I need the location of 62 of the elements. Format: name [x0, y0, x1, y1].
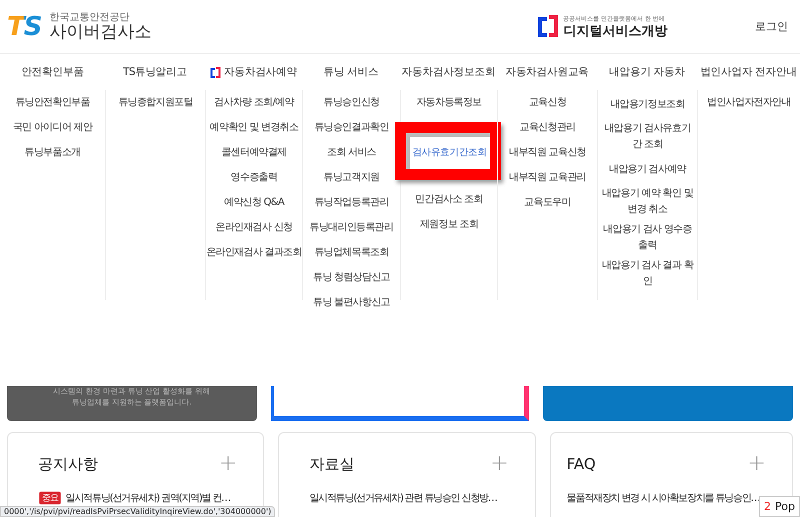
menu-link[interactable]: 내압용기 검사예약: [609, 157, 686, 182]
popup-count: 2: [764, 500, 772, 513]
menu-link[interactable]: 검사차량 조회/예약: [210, 90, 298, 115]
nav-item[interactable]: 법인사업자 전자안내: [700, 65, 797, 79]
menu-link[interactable]: 내압용기 검사 영수증 출력: [602, 222, 694, 254]
menu-link[interactable]: 튜닝안전확인부품: [11, 90, 94, 115]
menu-link[interactable]: 교육신청: [524, 90, 570, 115]
menu-link[interactable]: 튜닝대리인등록관리: [306, 215, 398, 240]
menu-link[interactable]: 내부직원 교육신청: [505, 140, 590, 165]
menu-link[interactable]: 온라인재검사 결과조회: [202, 240, 306, 265]
popup-label: Pop: [775, 500, 795, 513]
menu-link[interactable]: 예약신청 Q&A: [220, 190, 288, 215]
menu-link[interactable]: 교육신청관리: [516, 115, 580, 140]
partner-name[interactable]: 디지털서비스개방: [563, 24, 733, 39]
menu-link[interactable]: 내압용기 검사 결과 확인: [602, 258, 694, 290]
nav-item[interactable]: 내압용기 자동차: [609, 65, 685, 79]
menu-link[interactable]: 자동차등록정보: [412, 90, 486, 115]
menu-link[interactable]: 조회 서비스: [323, 140, 380, 165]
nav-item[interactable]: 자동차검사정보조회: [402, 65, 496, 79]
board-title: 공지사항: [38, 454, 98, 474]
important-badge: 중요: [39, 492, 60, 504]
highlighted-menu-link[interactable]: 검사유효기간조회: [394, 122, 500, 180]
post-link[interactable]: 물품적재장치 변경 시 시아확보장치를 튜닝승인…: [566, 491, 760, 505]
menu-link[interactable]: 온라인재검사 신청: [212, 215, 296, 240]
menu-link[interactable]: 국민 아이디어 제안: [8, 115, 96, 140]
banner-card[interactable]: [271, 386, 529, 421]
menu-link[interactable]: 튜닝업체목록조회: [310, 240, 393, 265]
menu-link[interactable]: 예약확인 및 변경취소: [206, 115, 302, 140]
menu-link[interactable]: 튜닝고객지원: [320, 165, 384, 190]
popup-tab[interactable]: 2 Pop: [759, 496, 800, 517]
bracket-logo-icon: [210, 66, 222, 78]
menu-link[interactable]: 내압용기정보조회: [610, 92, 685, 117]
menu-link[interactable]: 영수증출력: [226, 165, 282, 190]
menu-link[interactable]: 튜닝 불편사항신고: [309, 290, 394, 315]
nav-item[interactable]: 자동차검사예약: [224, 65, 297, 79]
menu-link[interactable]: 튜닝승인신청: [320, 90, 384, 115]
menu-link[interactable]: 튜닝승인결과확인: [310, 115, 393, 140]
board-title: FAQ: [566, 455, 596, 473]
menu-link[interactable]: 내압용기 예약 확인 및 변경 취소: [602, 186, 694, 218]
status-url: 0000','/is/pvi/pvi/readIsPviPrsecValidityInqireView.do','304000000'): [0, 506, 276, 517]
menu-link[interactable]: 내부직원 교육관리: [505, 165, 590, 190]
menu-link[interactable]: 내압용기 검사유효기간 조회: [602, 121, 694, 153]
nav-item[interactable]: TS튜닝알리고: [123, 65, 187, 79]
menu-link[interactable]: 법인사업자전자안내: [703, 90, 795, 115]
nav-item[interactable]: 튜닝 서비스: [324, 65, 378, 79]
menu-link[interactable]: 튜닝부품소개: [20, 140, 84, 165]
menu-link[interactable]: 튜닝종합지원포털: [114, 90, 197, 115]
site-title[interactable]: 사이버검사소: [49, 22, 152, 42]
menu-link[interactable]: 제원정보 조회: [416, 212, 482, 237]
login-link[interactable]: 로그인: [755, 19, 788, 34]
post-link[interactable]: 일시적튜닝(선거유세차) 권역(지역)별 컨…: [66, 491, 230, 505]
bracket-logo-icon: [537, 15, 560, 38]
menu-link[interactable]: 콜센터예약결제: [217, 140, 291, 165]
org-name: 한국교통안전공단: [49, 12, 130, 23]
menu-link[interactable]: 교육도우미: [520, 190, 575, 215]
menu-link[interactable]: 민간검사소 조회: [411, 187, 487, 212]
board-title: 자료실: [309, 454, 354, 474]
nav-item[interactable]: 안전확인부품: [21, 65, 84, 79]
post-link[interactable]: 일시적튜닝(선거유세차) 관련 튜닝승인 신청방…: [309, 491, 497, 505]
nav-item[interactable]: 자동차검사원교육: [505, 65, 589, 79]
menu-link[interactable]: 튜닝 청렴상담신고: [309, 265, 394, 290]
menu-link[interactable]: 튜닝작업등록관리: [310, 190, 393, 215]
